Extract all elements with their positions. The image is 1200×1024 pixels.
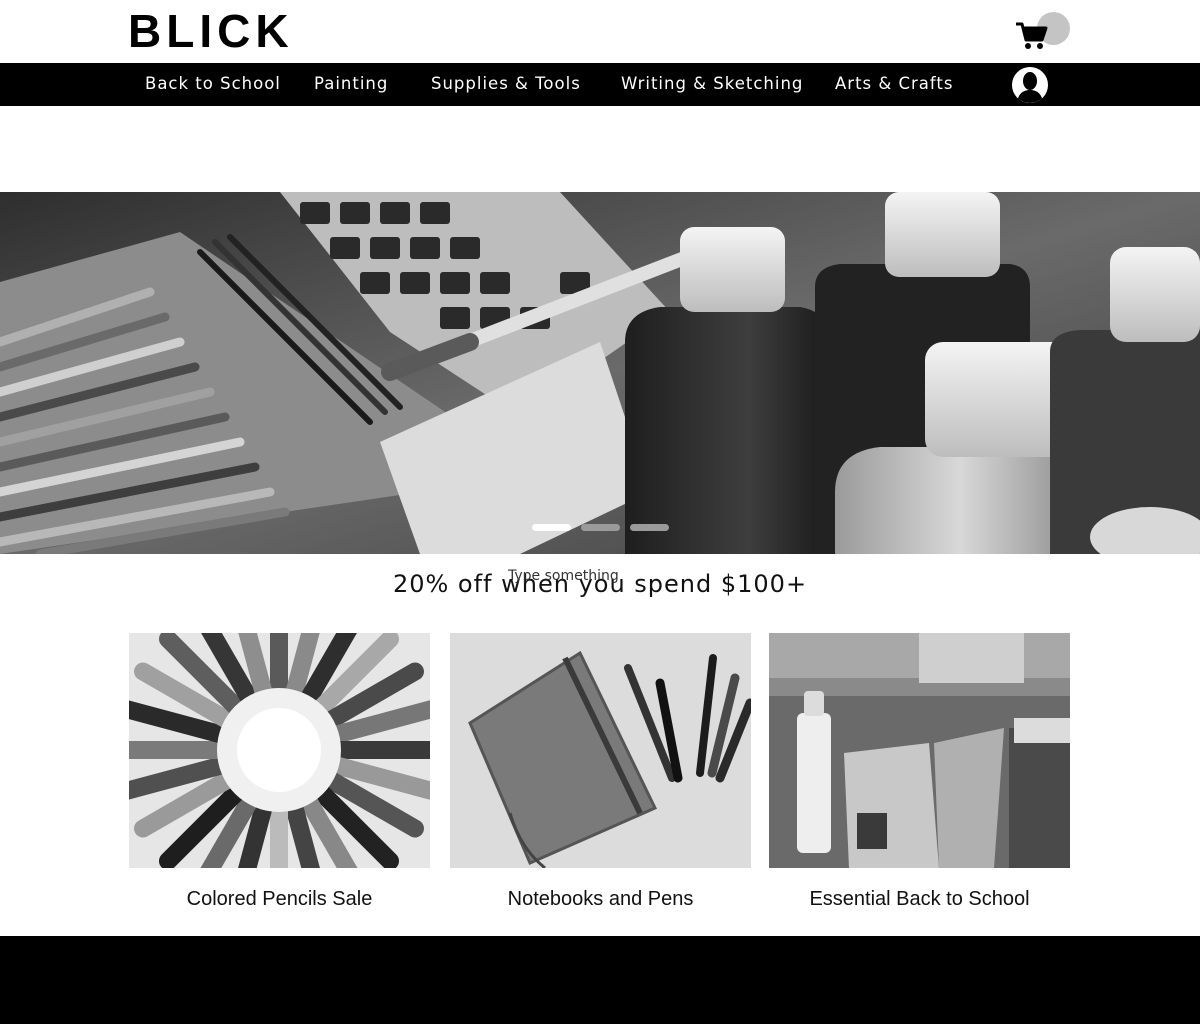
- card-colored-pencils: Colored Pencils Sale: [129, 633, 430, 910]
- nav-item-back-to-school[interactable]: Back to School: [145, 63, 281, 106]
- site-footer: [0, 936, 1200, 1024]
- user-avatar-icon[interactable]: [1010, 65, 1050, 105]
- card-caption[interactable]: Colored Pencils Sale: [129, 888, 430, 911]
- hero-image[interactable]: [0, 192, 1200, 554]
- brand-logo[interactable]: BLICK: [128, 8, 294, 54]
- carousel-dot-1[interactable]: [532, 524, 571, 531]
- nav-item-painting[interactable]: Painting: [314, 63, 388, 106]
- crayons-glue-image[interactable]: [769, 633, 1070, 868]
- card-caption[interactable]: Essential Back to School: [769, 888, 1070, 911]
- nav-item-label: Arts & Crafts: [835, 74, 954, 93]
- text-placeholder: Type something: [508, 568, 619, 584]
- carousel-dot-2[interactable]: [581, 524, 620, 531]
- card-notebooks-pens: Notebooks and Pens: [450, 633, 751, 910]
- nav-item-label: Back to School: [145, 74, 281, 93]
- nav-item-writing-sketching[interactable]: Writing & Sketching: [621, 63, 803, 106]
- site-header: BLICK: [0, 0, 1200, 63]
- carousel-dot-3[interactable]: [630, 524, 669, 531]
- colored-pencils-image[interactable]: [129, 633, 430, 868]
- nav-item-label: Painting: [314, 74, 389, 93]
- card-back-to-school: Essential Back to School: [769, 633, 1070, 910]
- card-caption[interactable]: Notebooks and Pens: [450, 888, 751, 911]
- nav-item-supplies-tools[interactable]: Supplies & Tools: [431, 63, 581, 106]
- cart-icon[interactable]: [1015, 20, 1049, 52]
- nav-item-arts-crafts[interactable]: Arts & Crafts: [835, 63, 954, 106]
- notebook-pens-image[interactable]: [450, 633, 751, 868]
- carousel-indicators: [532, 524, 672, 532]
- nav-item-label: Supplies & Tools: [431, 74, 581, 93]
- nav-item-label: Writing & Sketching: [621, 74, 804, 93]
